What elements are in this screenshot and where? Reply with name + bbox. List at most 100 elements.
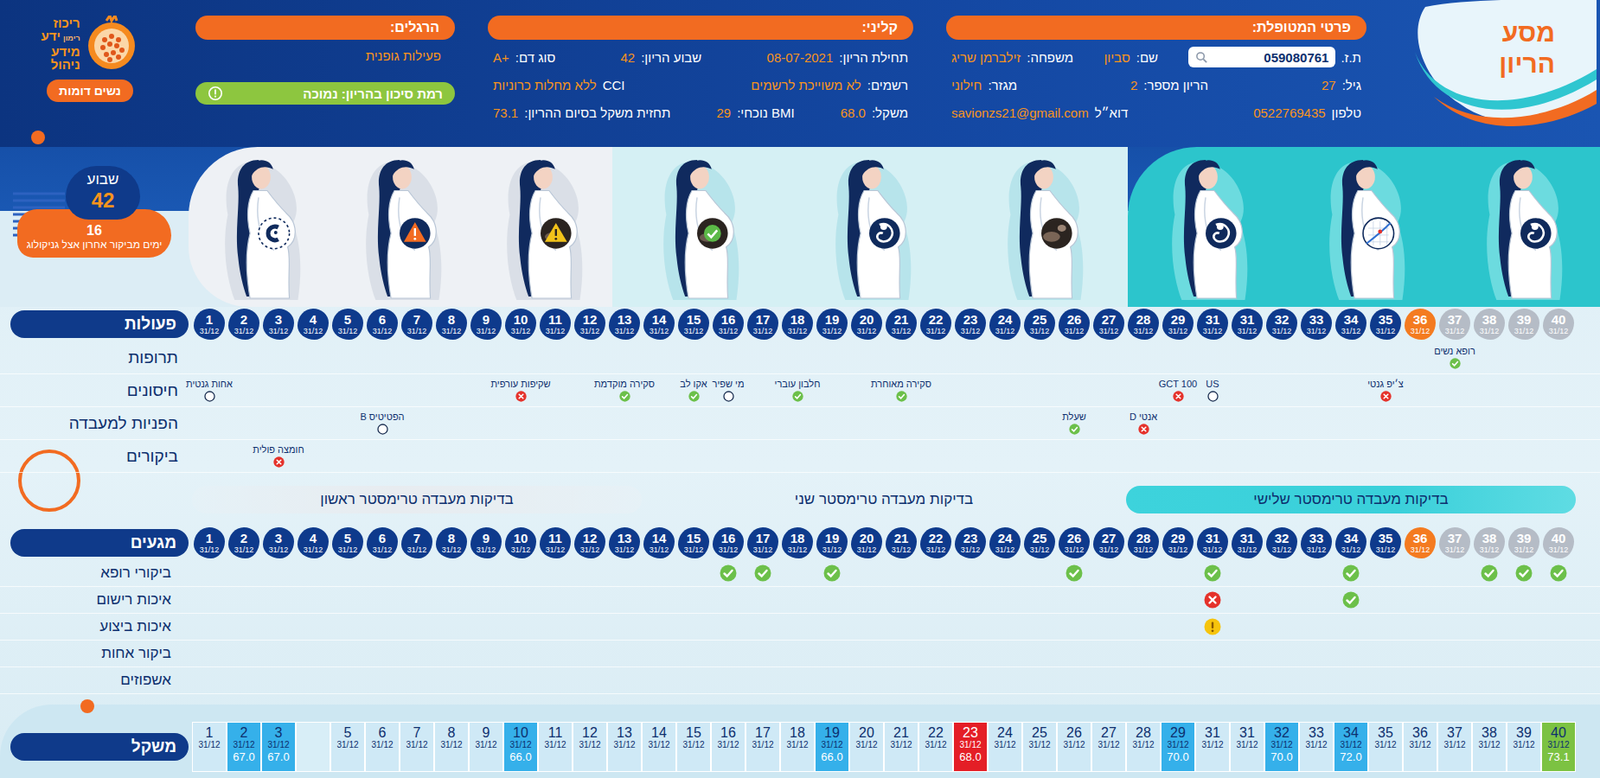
week-bubble[interactable]: 3931/12 <box>1508 527 1540 559</box>
weight-cell[interactable]: 34 31/12 72.0 <box>1333 722 1369 773</box>
week-bubble[interactable]: 3631/12 <box>1404 308 1436 340</box>
week-bubble[interactable]: 2431/12 <box>989 527 1021 559</box>
action-event[interactable]: GCT 100 <box>1160 378 1196 403</box>
weight-cell[interactable]: 15 31/12 <box>676 722 711 773</box>
lab-trimester-label[interactable]: בדיקות מעבדה טרימסטר שלישי <box>1126 486 1576 514</box>
week-bubble[interactable]: 931/12 <box>470 308 502 340</box>
week-bubble[interactable]: 3131/12 <box>1196 527 1229 559</box>
week-bubble[interactable]: 3531/12 <box>1369 308 1402 340</box>
weight-cell[interactable]: 2 31/12 67.0 <box>226 722 262 773</box>
week-bubble[interactable]: 3731/12 <box>1439 308 1471 340</box>
week-bubble[interactable]: 531/12 <box>332 527 364 559</box>
weight-cell[interactable]: 31 31/12 <box>1229 722 1265 773</box>
weight-cell[interactable]: 31 31/12 <box>1195 722 1230 773</box>
weight-cell[interactable]: 35 31/12 <box>1368 722 1403 773</box>
weight-cell[interactable]: 11 31/12 <box>537 722 573 773</box>
week-bubble[interactable]: 3431/12 <box>1335 308 1367 340</box>
weight-cell[interactable]: 16 31/12 <box>710 722 746 773</box>
weight-cell[interactable]: 27 31/12 <box>1091 722 1127 773</box>
weight-cell[interactable]: 32 31/12 70.0 <box>1264 722 1300 773</box>
week-bubble[interactable]: 231/12 <box>228 527 260 559</box>
week-bubble[interactable]: 2731/12 <box>1093 527 1125 559</box>
week-bubble[interactable]: 1631/12 <box>712 527 744 559</box>
week-bubble[interactable]: 331/12 <box>262 308 295 340</box>
week-bubble[interactable]: 3231/12 <box>1266 308 1298 340</box>
week-bubble[interactable]: 1731/12 <box>747 308 779 340</box>
encounter-event[interactable] <box>1056 564 1092 583</box>
weight-cell[interactable]: 26 31/12 <box>1056 722 1092 773</box>
weight-cell[interactable]: 13 31/12 <box>607 722 642 773</box>
weight-cell[interactable]: 28 31/12 <box>1126 722 1161 773</box>
week-bubble[interactable]: 1831/12 <box>781 308 813 340</box>
action-event[interactable]: חלבון עוברי <box>780 378 815 403</box>
week-bubble[interactable]: 2831/12 <box>1127 308 1159 340</box>
action-event[interactable]: רופא נשים <box>1437 345 1472 370</box>
weight-cell[interactable]: 9 31/12 <box>468 722 504 773</box>
week-bubble[interactable]: 431/12 <box>297 308 329 340</box>
weight-cell[interactable]: 20 31/12 <box>849 722 884 773</box>
action-event[interactable]: אקו לב <box>676 378 711 403</box>
similar-women-button[interactable]: נשים דומות <box>46 79 134 103</box>
action-event[interactable]: הפטיטיס B <box>364 411 400 436</box>
search-icon[interactable] <box>1195 51 1209 64</box>
weight-cell[interactable]: 25 31/12 <box>1022 722 1057 773</box>
week-bubble[interactable]: 3631/12 <box>1404 527 1436 559</box>
week-bubble[interactable]: 931/12 <box>470 527 502 559</box>
week-bubble[interactable]: 3831/12 <box>1473 527 1505 559</box>
week-bubble[interactable]: 1331/12 <box>608 308 640 340</box>
week-bubble[interactable]: 2931/12 <box>1162 527 1194 559</box>
encounter-event[interactable] <box>1333 564 1369 583</box>
weight-cell[interactable]: 5 31/12 <box>330 722 365 773</box>
weight-cell[interactable]: 1 31/12 <box>192 722 227 773</box>
id-input[interactable]: 059080761 <box>1188 46 1336 68</box>
encounter-event[interactable] <box>1541 564 1576 583</box>
weight-cell[interactable]: 18 31/12 <box>780 722 815 773</box>
week-bubble[interactable]: 2631/12 <box>1058 527 1090 559</box>
pregnant-woman-icon[interactable] <box>649 154 747 301</box>
weight-cell[interactable]: 12 31/12 <box>572 722 608 773</box>
week-bubble[interactable]: 2031/12 <box>851 527 883 559</box>
pregnant-woman-icon[interactable] <box>211 154 308 301</box>
week-bubble[interactable]: 3131/12 <box>1231 308 1263 340</box>
week-bubble[interactable]: 3531/12 <box>1369 527 1402 559</box>
weight-cell[interactable]: 17 31/12 <box>745 722 781 773</box>
encounter-event[interactable] <box>710 564 746 583</box>
week-bubble[interactable]: 2131/12 <box>885 527 917 559</box>
week-bubble[interactable]: 2531/12 <box>1024 308 1056 340</box>
action-event[interactable]: שעלת <box>1056 411 1092 436</box>
week-bubble[interactable]: 4031/12 <box>1542 527 1575 559</box>
week-bubble[interactable]: 631/12 <box>366 308 398 340</box>
week-bubble[interactable]: 1231/12 <box>574 308 606 340</box>
action-event[interactable]: מי שפיר <box>710 378 746 403</box>
week-bubble[interactable]: 1131/12 <box>539 308 571 340</box>
week-bubble[interactable]: 2131/12 <box>885 308 917 340</box>
pregnant-woman-icon[interactable] <box>352 154 449 301</box>
encounter-event[interactable] <box>1333 591 1369 609</box>
weight-cell[interactable]: 40 31/12 73.1 <box>1541 722 1576 773</box>
weight-cell[interactable]: 24 31/12 <box>987 722 1023 773</box>
weight-cell[interactable]: 3 31/12 67.0 <box>261 722 296 773</box>
weight-cell[interactable]: 21 31/12 <box>883 722 919 773</box>
weight-cell[interactable]: 37 31/12 <box>1437 722 1472 773</box>
encounter-event[interactable] <box>1472 564 1507 583</box>
pregnant-woman-icon[interactable] <box>1315 154 1413 301</box>
week-bubble[interactable]: 3731/12 <box>1439 527 1471 559</box>
week-bubble[interactable]: 831/12 <box>435 308 468 340</box>
lab-trimester-label[interactable]: בדיקות מעבדה טרימסטר שני <box>641 486 1127 514</box>
encounter-event[interactable] <box>1195 618 1230 636</box>
encounter-event[interactable] <box>1195 591 1230 609</box>
week-bubble[interactable]: 4031/12 <box>1542 308 1575 340</box>
week-bubble[interactable]: 3431/12 <box>1335 527 1367 559</box>
week-bubble[interactable]: 1331/12 <box>608 527 640 559</box>
week-bubble[interactable]: 3831/12 <box>1473 308 1505 340</box>
weight-cell[interactable]: 6 31/12 <box>364 722 400 773</box>
week-bubble[interactable]: 1031/12 <box>505 527 537 559</box>
week-bubble[interactable]: 1231/12 <box>574 527 606 559</box>
week-bubble[interactable]: 3331/12 <box>1300 308 1332 340</box>
week-bubble[interactable]: 731/12 <box>401 308 433 340</box>
week-bubble[interactable]: 3131/12 <box>1231 527 1263 559</box>
weight-cell[interactable]: 36 31/12 <box>1402 722 1438 773</box>
weight-cell[interactable]: 39 31/12 <box>1506 722 1542 773</box>
encounter-event[interactable] <box>814 564 850 583</box>
encounter-event[interactable] <box>1195 564 1230 583</box>
